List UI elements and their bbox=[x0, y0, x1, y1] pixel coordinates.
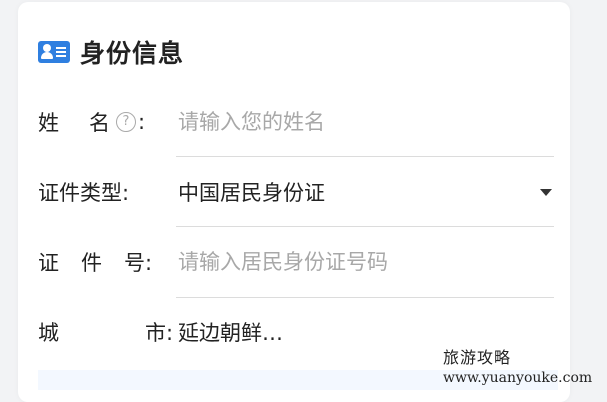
id-number-label-char2: 件 bbox=[81, 251, 102, 275]
watermark: 旅游攻略 www.yuanyouke.com bbox=[443, 344, 603, 386]
name-label-colon: : bbox=[138, 110, 146, 134]
id-number-row: 证 件 号: bbox=[38, 242, 558, 282]
name-label-char1: 姓 bbox=[38, 111, 59, 135]
help-icon[interactable]: ? bbox=[116, 112, 136, 132]
id-number-input[interactable] bbox=[178, 250, 548, 274]
id-type-divider bbox=[176, 226, 554, 227]
section-title: 身份信息 bbox=[80, 39, 185, 68]
watermark-url: www.yuanyouke.com bbox=[443, 370, 593, 386]
name-label-char2: 名 bbox=[89, 111, 110, 135]
city-select[interactable]: 延边朝鲜… bbox=[178, 317, 558, 347]
name-row: 姓 名 ? : bbox=[38, 102, 558, 142]
watermark-title: 旅游攻略 bbox=[443, 348, 512, 367]
id-card-icon bbox=[38, 41, 70, 63]
city-label: 城 市: bbox=[38, 317, 178, 347]
id-number-label-char1: 证 bbox=[38, 251, 59, 275]
id-type-row[interactable]: 证件类型: 中国居民身份证 bbox=[38, 172, 558, 212]
section-header: 身份信息 bbox=[38, 32, 184, 72]
id-number-label-char3: 号: bbox=[124, 251, 153, 275]
id-number-label: 证 件 号: bbox=[38, 247, 178, 277]
city-label-char1: 城 bbox=[38, 321, 59, 345]
name-divider bbox=[176, 156, 554, 157]
id-type-label: 证件类型: bbox=[38, 181, 130, 205]
dropdown-arrow-icon[interactable] bbox=[540, 188, 552, 196]
name-label: 姓 名 ? : bbox=[38, 107, 178, 137]
name-input[interactable] bbox=[178, 110, 548, 134]
identity-info-card: 身份信息 姓 名 ? : 证件类型: 中国居民身份证 证 件 号: bbox=[18, 2, 570, 402]
city-label-char2: 市: bbox=[145, 321, 174, 345]
id-number-divider bbox=[176, 297, 554, 298]
id-type-select[interactable]: 中国居民身份证 bbox=[178, 177, 540, 207]
